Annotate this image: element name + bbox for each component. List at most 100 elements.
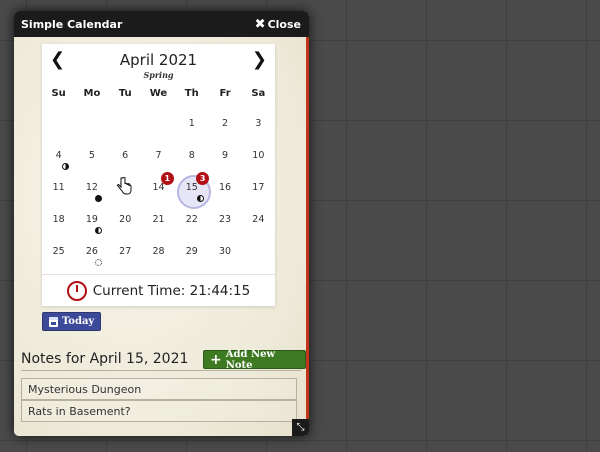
calendar-icon	[49, 316, 58, 327]
window-titlebar[interactable]: Simple Calendar ✖ Close	[14, 11, 309, 37]
calendar-empty-cell	[42, 106, 75, 138]
weekday-label: Sa	[251, 88, 266, 99]
weekday-label: Fr	[219, 88, 231, 99]
weekday-label: Su	[51, 88, 66, 99]
previous-month-button[interactable]: ❮	[50, 49, 65, 70]
day-number: 17	[252, 182, 265, 193]
calendar-day[interactable]: 28	[142, 234, 175, 266]
day-number: 16	[219, 182, 232, 193]
calendar-day[interactable]: 29	[175, 234, 208, 266]
calendar-empty-cell	[75, 106, 108, 138]
note-item[interactable]: Rats in Basement?	[21, 400, 297, 422]
day-number: 20	[119, 214, 132, 225]
notes-list: Mysterious Dungeon Rats in Basement?	[21, 378, 297, 423]
calendar-day[interactable]: 19	[75, 202, 108, 234]
calendar-day[interactable]: 23	[208, 202, 241, 234]
weekday-label: Tu	[118, 88, 132, 99]
close-label: Close	[267, 17, 301, 31]
calendar-day[interactable]: 20	[109, 202, 142, 234]
note-count-badge: 3	[196, 172, 210, 185]
calendar-day[interactable]: 22	[175, 202, 208, 234]
day-number: 12	[85, 182, 98, 193]
calendar-days-grid: 1234567891011121314115316171819202122232…	[42, 106, 275, 266]
simple-calendar-window: Simple Calendar ✖ Close ❮ April 2021 Spr…	[14, 11, 309, 436]
close-icon: ✖	[254, 16, 266, 32]
calendar-day[interactable]: 16	[208, 170, 241, 202]
day-number: 25	[52, 246, 65, 257]
day-number: 19	[85, 214, 98, 225]
today-button-label: Today	[62, 316, 95, 327]
day-number: 4	[55, 150, 62, 161]
calendar-day[interactable]: 17	[242, 170, 275, 202]
calendar-day[interactable]: 7	[142, 138, 175, 170]
day-number: 27	[119, 246, 132, 257]
calendar-day[interactable]: 27	[109, 234, 142, 266]
calendar-day[interactable]: 14 1	[142, 170, 175, 202]
calendar-day[interactable]: 24	[242, 202, 275, 234]
calendar-empty-cell	[142, 106, 175, 138]
day-number: 26	[85, 246, 98, 257]
moon-phase-icon	[95, 195, 103, 202]
calendar-day[interactable]: 11	[42, 170, 75, 202]
resize-handle[interactable]: ⤡	[292, 419, 309, 436]
day-number: 18	[52, 214, 65, 225]
day-number: 28	[152, 246, 165, 257]
day-number: 9	[222, 150, 229, 161]
calendar-widget: ❮ April 2021 Spring ❯ Su Mo Tu We Th Fr Sa 123…	[42, 44, 275, 306]
day-number: 23	[219, 214, 232, 225]
calendar-day[interactable]: 30	[208, 234, 241, 266]
calendar-day[interactable]: 12	[75, 170, 108, 202]
day-number: 30	[219, 246, 232, 257]
current-time: Current Time: 21:44:15	[92, 282, 251, 299]
calendar-day[interactable]: 6	[109, 138, 142, 170]
note-item[interactable]: Mysterious Dungeon	[21, 378, 297, 400]
calendar-day[interactable]: 3	[242, 106, 275, 138]
calendar-day[interactable]: 26	[75, 234, 108, 266]
window-title: Simple Calendar	[21, 17, 123, 31]
note-count-badge: 1	[160, 172, 174, 185]
weekday-label: Mo	[83, 88, 101, 99]
month-year-title: April 2021	[119, 51, 198, 69]
window-content: ❮ April 2021 Spring ❯ Su Mo Tu We Th Fr Sa 123…	[14, 37, 309, 436]
notes-divider	[21, 370, 301, 371]
calendar-day[interactable]: 9	[208, 138, 241, 170]
plus-icon: +	[210, 351, 222, 368]
add-new-note-button[interactable]: + Add New Note	[203, 348, 306, 371]
calendar-empty-cell	[109, 106, 142, 138]
today-button[interactable]: Today	[42, 312, 102, 331]
next-month-button[interactable]: ❯	[252, 49, 267, 70]
calendar-day[interactable]: 1	[175, 106, 208, 138]
day-number: 5	[88, 150, 95, 161]
day-number: 6	[122, 150, 129, 161]
calendar-day[interactable]: 15 3	[175, 170, 212, 209]
day-number: 1	[188, 118, 195, 129]
day-number: 11	[52, 182, 65, 193]
moon-phase-icon	[95, 227, 103, 234]
day-number: 7	[155, 150, 162, 161]
calendar-day[interactable]: 18	[42, 202, 75, 234]
moon-phase-icon	[95, 259, 103, 266]
calendar-day[interactable]: 2	[208, 106, 241, 138]
calendar-day[interactable]: 4	[42, 138, 75, 170]
notes-heading: Notes for April 15, 2021	[21, 351, 189, 367]
day-number: 15	[185, 182, 198, 193]
calendar-day[interactable]: 21	[142, 202, 175, 234]
add-new-note-label: Add New Note	[225, 348, 276, 371]
weekday-label: Th	[184, 88, 199, 99]
day-number: 2	[222, 118, 229, 129]
day-number: 24	[252, 214, 265, 225]
day-number: 10	[252, 150, 265, 161]
hand-cursor-icon	[117, 177, 132, 195]
current-time-bar: Current Time: 21:44:15	[42, 274, 275, 306]
moon-phase-icon	[197, 195, 205, 202]
day-number: 21	[152, 214, 165, 225]
day-number: 29	[185, 246, 198, 257]
calendar-day[interactable]: 25	[42, 234, 75, 266]
season-label: Spring	[143, 70, 174, 80]
calendar-day[interactable]: 10	[242, 138, 275, 170]
calendar-header: ❮ April 2021 Spring ❯	[42, 44, 275, 88]
clock-icon	[66, 280, 87, 301]
calendar-day[interactable]: 8	[175, 138, 208, 170]
calendar-day[interactable]: 5	[75, 138, 108, 170]
close-button[interactable]: ✖ Close	[255, 18, 301, 31]
